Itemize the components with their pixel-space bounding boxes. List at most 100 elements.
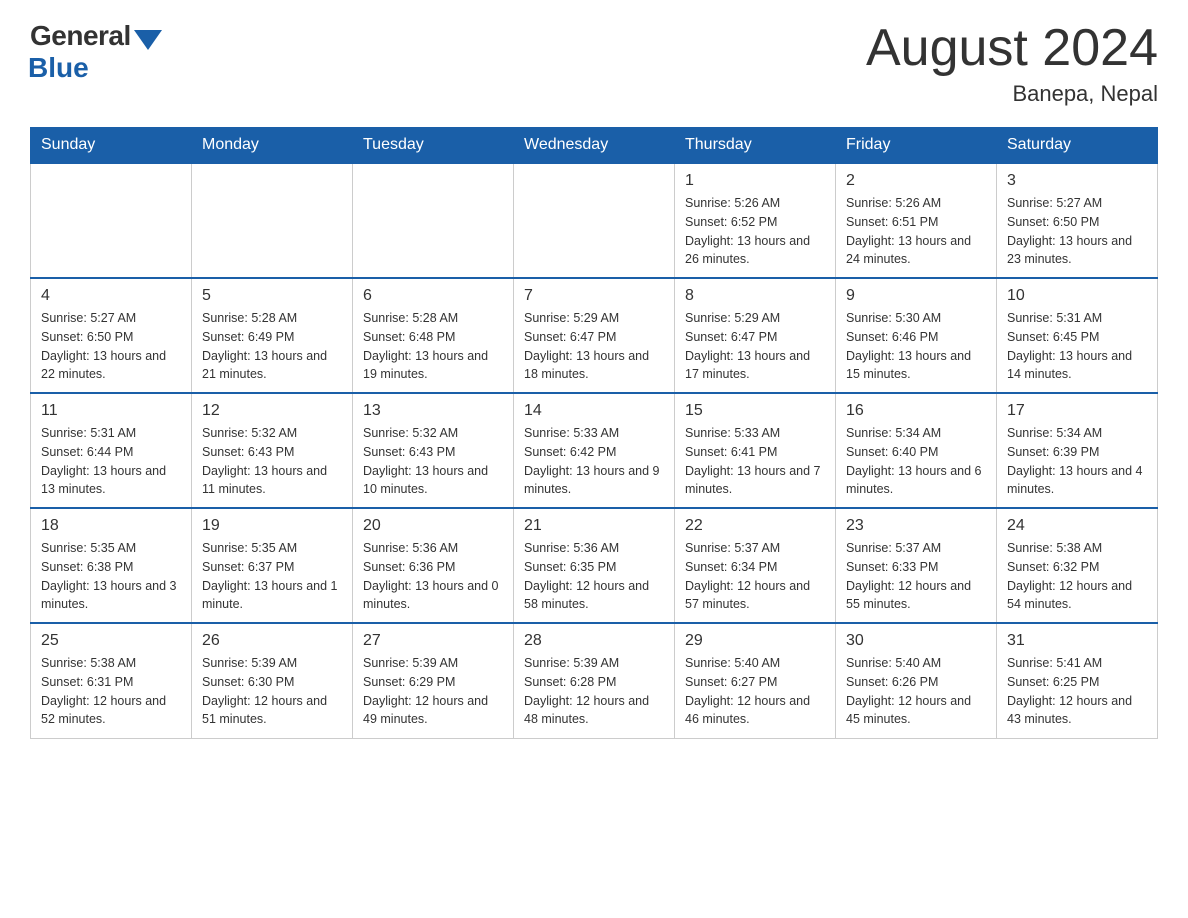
- calendar-cell: 22 Sunrise: 5:37 AMSunset: 6:34 PMDayligh…: [675, 508, 836, 623]
- calendar-week-row: 18 Sunrise: 5:35 AMSunset: 6:38 PMDayligh…: [31, 508, 1158, 623]
- calendar-cell: 6 Sunrise: 5:28 AMSunset: 6:48 PMDaylight…: [353, 278, 514, 393]
- day-number: 2: [846, 172, 986, 190]
- calendar-cell: 27 Sunrise: 5:39 AMSunset: 6:29 PMDayligh…: [353, 623, 514, 738]
- calendar-cell: 16 Sunrise: 5:34 AMSunset: 6:40 PMDayligh…: [836, 393, 997, 508]
- day-number: 7: [524, 287, 664, 305]
- calendar-cell: 1 Sunrise: 5:26 AMSunset: 6:52 PMDaylight…: [675, 163, 836, 278]
- calendar-cell: 17Sunrise: 5:34 AMSunset: 6:39 PMDayligh…: [997, 393, 1158, 508]
- day-info: Sunrise: 5:33 AMSunset: 6:41 PMDaylight:…: [685, 424, 825, 499]
- day-number: 13: [363, 402, 503, 420]
- calendar-cell: 5Sunrise: 5:28 AMSunset: 6:49 PMDaylight…: [192, 278, 353, 393]
- location-label: Banepa, Nepal: [866, 81, 1158, 107]
- day-info: Sunrise: 5:30 AMSunset: 6:46 PMDaylight:…: [846, 309, 986, 384]
- day-number: 20: [363, 517, 503, 535]
- day-number: 21: [524, 517, 664, 535]
- calendar-cell: 14 Sunrise: 5:33 AMSunset: 6:42 PMDayligh…: [514, 393, 675, 508]
- calendar-week-row: 25Sunrise: 5:38 AMSunset: 6:31 PMDayligh…: [31, 623, 1158, 738]
- logo-triangle-icon: [134, 30, 162, 50]
- calendar-cell: 21 Sunrise: 5:36 AMSunset: 6:35 PMDayligh…: [514, 508, 675, 623]
- month-title: August 2024: [866, 20, 1158, 77]
- calendar-day-header: Thursday: [675, 128, 836, 164]
- day-number: 15: [685, 402, 825, 420]
- day-number: 28: [524, 632, 664, 650]
- title-area: August 2024 Banepa, Nepal: [866, 20, 1158, 107]
- day-info: Sunrise: 5:36 AMSunset: 6:36 PMDaylight:…: [363, 539, 503, 614]
- logo-blue-text: Blue: [28, 52, 89, 84]
- day-number: 18: [41, 517, 181, 535]
- day-number: 16: [846, 402, 986, 420]
- day-info: Sunrise: 5:33 AMSunset: 6:42 PMDaylight:…: [524, 424, 664, 499]
- day-info: Sunrise: 5:29 AMSunset: 6:47 PMDaylight:…: [685, 309, 825, 384]
- day-info: Sunrise: 5:35 AMSunset: 6:37 PMDaylight:…: [202, 539, 342, 614]
- day-number: 27: [363, 632, 503, 650]
- day-info: Sunrise: 5:32 AMSunset: 6:43 PMDaylight:…: [202, 424, 342, 499]
- calendar-cell: 3 Sunrise: 5:27 AMSunset: 6:50 PMDaylight…: [997, 163, 1158, 278]
- day-number: 25: [41, 632, 181, 650]
- day-number: 1: [685, 172, 825, 190]
- calendar-cell: 7 Sunrise: 5:29 AMSunset: 6:47 PMDaylight…: [514, 278, 675, 393]
- day-number: 4: [41, 287, 181, 305]
- day-info: Sunrise: 5:36 AMSunset: 6:35 PMDaylight:…: [524, 539, 664, 614]
- calendar-cell: [514, 163, 675, 278]
- calendar-cell: 28 Sunrise: 5:39 AMSunset: 6:28 PMDayligh…: [514, 623, 675, 738]
- logo: General Blue: [30, 20, 162, 84]
- day-number: 31: [1007, 632, 1147, 650]
- day-info: Sunrise: 5:28 AMSunset: 6:49 PMDaylight:…: [202, 309, 342, 384]
- day-info: Sunrise: 5:27 AMSunset: 6:50 PMDaylight:…: [41, 309, 181, 384]
- calendar-cell: [353, 163, 514, 278]
- calendar-day-header: Tuesday: [353, 128, 514, 164]
- calendar-header-row: SundayMondayTuesdayWednesdayThursdayFrid…: [31, 128, 1158, 164]
- page-header: General Blue August 2024 Banepa, Nepal: [30, 20, 1158, 107]
- day-info: Sunrise: 5:41 AMSunset: 6:25 PMDaylight:…: [1007, 654, 1147, 729]
- day-number: 19: [202, 517, 342, 535]
- day-info: Sunrise: 5:27 AMSunset: 6:50 PMDaylight:…: [1007, 194, 1147, 269]
- calendar-body: 1 Sunrise: 5:26 AMSunset: 6:52 PMDaylight…: [31, 163, 1158, 738]
- calendar-cell: 13 Sunrise: 5:32 AMSunset: 6:43 PMDayligh…: [353, 393, 514, 508]
- calendar-cell: 10 Sunrise: 5:31 AMSunset: 6:45 PMDayligh…: [997, 278, 1158, 393]
- day-info: Sunrise: 5:34 AMSunset: 6:40 PMDaylight:…: [846, 424, 986, 499]
- calendar-week-row: 1 Sunrise: 5:26 AMSunset: 6:52 PMDaylight…: [31, 163, 1158, 278]
- day-info: Sunrise: 5:29 AMSunset: 6:47 PMDaylight:…: [524, 309, 664, 384]
- calendar-day-header: Wednesday: [514, 128, 675, 164]
- calendar-cell: 4 Sunrise: 5:27 AMSunset: 6:50 PMDaylight…: [31, 278, 192, 393]
- day-info: Sunrise: 5:26 AMSunset: 6:51 PMDaylight:…: [846, 194, 986, 269]
- calendar-cell: 26Sunrise: 5:39 AMSunset: 6:30 PMDayligh…: [192, 623, 353, 738]
- day-number: 3: [1007, 172, 1147, 190]
- day-number: 22: [685, 517, 825, 535]
- calendar-day-header: Monday: [192, 128, 353, 164]
- calendar-day-header: Saturday: [997, 128, 1158, 164]
- calendar-cell: [192, 163, 353, 278]
- day-info: Sunrise: 5:32 AMSunset: 6:43 PMDaylight:…: [363, 424, 503, 499]
- day-info: Sunrise: 5:40 AMSunset: 6:27 PMDaylight:…: [685, 654, 825, 729]
- day-info: Sunrise: 5:35 AMSunset: 6:38 PMDaylight:…: [41, 539, 181, 614]
- day-number: 17: [1007, 402, 1147, 420]
- logo-general-text: General: [30, 20, 131, 52]
- day-number: 10: [1007, 287, 1147, 305]
- calendar-cell: 11Sunrise: 5:31 AMSunset: 6:44 PMDayligh…: [31, 393, 192, 508]
- day-number: 8: [685, 287, 825, 305]
- day-info: Sunrise: 5:26 AMSunset: 6:52 PMDaylight:…: [685, 194, 825, 269]
- calendar-cell: 24Sunrise: 5:38 AMSunset: 6:32 PMDayligh…: [997, 508, 1158, 623]
- calendar-cell: 18 Sunrise: 5:35 AMSunset: 6:38 PMDayligh…: [31, 508, 192, 623]
- day-number: 14: [524, 402, 664, 420]
- calendar-cell: 8 Sunrise: 5:29 AMSunset: 6:47 PMDaylight…: [675, 278, 836, 393]
- calendar-cell: 2 Sunrise: 5:26 AMSunset: 6:51 PMDaylight…: [836, 163, 997, 278]
- day-info: Sunrise: 5:39 AMSunset: 6:28 PMDaylight:…: [524, 654, 664, 729]
- day-number: 9: [846, 287, 986, 305]
- day-info: Sunrise: 5:31 AMSunset: 6:44 PMDaylight:…: [41, 424, 181, 499]
- day-info: Sunrise: 5:40 AMSunset: 6:26 PMDaylight:…: [846, 654, 986, 729]
- calendar-cell: 15 Sunrise: 5:33 AMSunset: 6:41 PMDayligh…: [675, 393, 836, 508]
- day-info: Sunrise: 5:37 AMSunset: 6:33 PMDaylight:…: [846, 539, 986, 614]
- day-number: 30: [846, 632, 986, 650]
- day-info: Sunrise: 5:38 AMSunset: 6:32 PMDaylight:…: [1007, 539, 1147, 614]
- calendar-cell: 31 Sunrise: 5:41 AMSunset: 6:25 PMDayligh…: [997, 623, 1158, 738]
- day-info: Sunrise: 5:39 AMSunset: 6:29 PMDaylight:…: [363, 654, 503, 729]
- calendar-day-header: Sunday: [31, 128, 192, 164]
- day-info: Sunrise: 5:28 AMSunset: 6:48 PMDaylight:…: [363, 309, 503, 384]
- calendar-cell: 30 Sunrise: 5:40 AMSunset: 6:26 PMDayligh…: [836, 623, 997, 738]
- day-info: Sunrise: 5:37 AMSunset: 6:34 PMDaylight:…: [685, 539, 825, 614]
- calendar-cell: 12Sunrise: 5:32 AMSunset: 6:43 PMDayligh…: [192, 393, 353, 508]
- calendar-week-row: 4 Sunrise: 5:27 AMSunset: 6:50 PMDaylight…: [31, 278, 1158, 393]
- day-info: Sunrise: 5:31 AMSunset: 6:45 PMDaylight:…: [1007, 309, 1147, 384]
- day-number: 6: [363, 287, 503, 305]
